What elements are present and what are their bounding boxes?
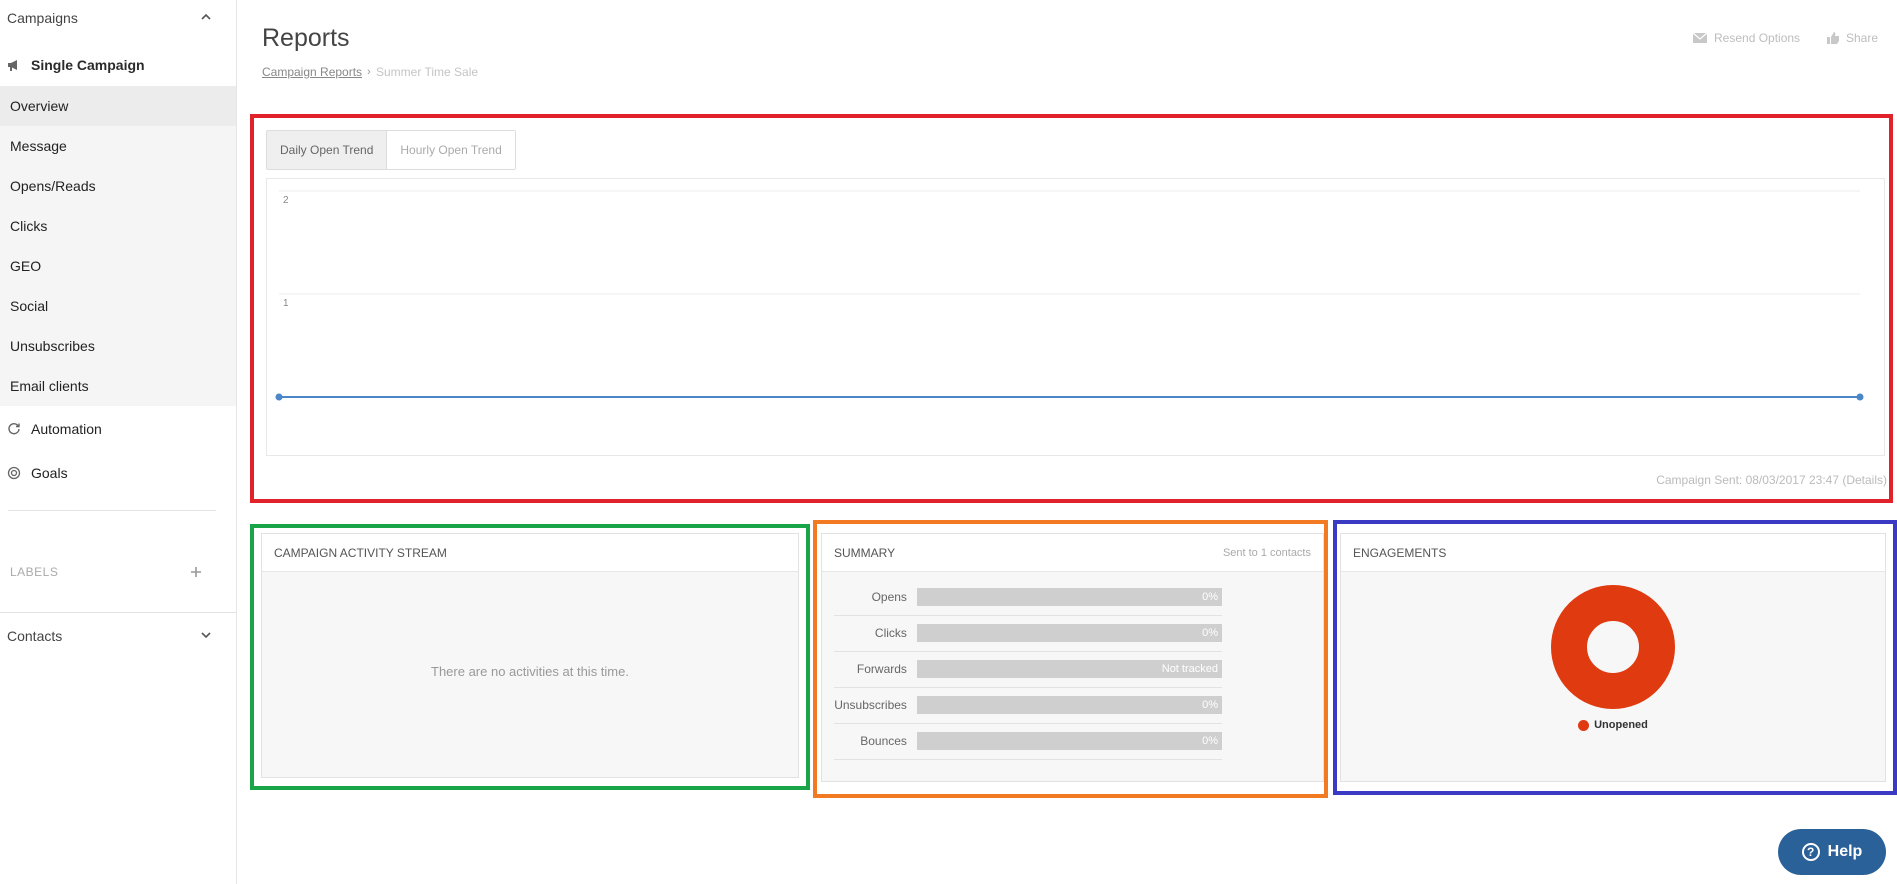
activity-stream-title: CAMPAIGN ACTIVITY STREAM xyxy=(274,545,447,560)
sidebar-item-label: GEO xyxy=(10,258,42,274)
summary-bar: 0% xyxy=(916,696,1222,714)
breadcrumb-current: Summer Time Sale xyxy=(376,65,479,79)
summary-bar: Not tracked xyxy=(916,660,1222,678)
sidebar-item-label: Social xyxy=(10,298,49,314)
activity-stream-header: CAMPAIGN ACTIVITY STREAM xyxy=(262,534,798,572)
sidebar-item-label: Message xyxy=(10,138,67,154)
sidebar-item-overview[interactable]: Overview xyxy=(0,86,236,126)
sidebar-item-goals[interactable]: Goals xyxy=(0,453,236,493)
tab-daily-open-trend[interactable]: Daily Open Trend xyxy=(267,131,388,169)
sidebar-item-label: Overview xyxy=(10,98,69,114)
breadcrumb-separator: › xyxy=(367,66,371,78)
activity-stream-card: CAMPAIGN ACTIVITY STREAM There are no ac… xyxy=(261,533,799,778)
trend-tabs: Daily Open Trend Hourly Open Trend xyxy=(266,130,516,170)
legend-label: Unopened xyxy=(1594,719,1648,731)
engagements-header: ENGAGEMENTS xyxy=(1341,534,1885,572)
share-label: Share xyxy=(1846,31,1879,45)
summary-row-value: 0% xyxy=(1202,735,1218,747)
sidebar-item-label: Automation xyxy=(31,421,102,437)
sidebar-item-social[interactable]: Social xyxy=(0,286,236,326)
breadcrumb-campaign-reports-link[interactable]: Campaign Reports xyxy=(262,65,362,79)
sidebar-divider xyxy=(8,510,216,511)
share-button[interactable]: Share xyxy=(1826,31,1878,45)
help-label: Help xyxy=(1827,843,1863,860)
sidebar-item-label: Opens/Reads xyxy=(10,178,96,194)
summary-row-value: 0% xyxy=(1202,627,1218,639)
donut-legend: Unopened xyxy=(1341,719,1885,731)
summary-header: SUMMARY Sent to 1 contacts xyxy=(822,534,1323,572)
open-trend-chart-svg: 21 xyxy=(275,190,1864,401)
summary-sent-to: Sent to 1 contacts xyxy=(1222,546,1311,559)
legend-dot xyxy=(1578,719,1590,731)
donut-slice-unopened[interactable] xyxy=(1551,585,1675,709)
summary-row: Opens 0% xyxy=(834,579,1222,616)
sidebar-divider xyxy=(0,612,236,613)
summary-row-value: Not tracked xyxy=(1161,663,1218,675)
summary-row: Bounces 0% xyxy=(834,723,1222,760)
sidebar-item-single-campaign[interactable]: Single Campaign xyxy=(0,45,236,85)
summary-row-label: Bounces xyxy=(860,734,907,748)
y-tick-label: 1 xyxy=(283,298,289,309)
labels-heading: LABELS xyxy=(10,565,59,579)
summary-row-label: Clicks xyxy=(874,626,907,640)
campaigns-section-header[interactable]: Campaigns xyxy=(0,0,236,36)
engagements-highlight: ENGAGEMENTS Unopened xyxy=(1333,520,1897,795)
campaign-sent-info[interactable]: Campaign Sent: 08/03/2017 23:47 (Details… xyxy=(1656,473,1887,487)
summary-card: SUMMARY Sent to 1 contacts Opens 0% Clic… xyxy=(821,533,1324,782)
summary-row-value: 0% xyxy=(1202,699,1218,711)
add-label-icon[interactable] xyxy=(189,565,203,579)
open-trend-panel: Daily Open Trend Hourly Open Trend 21 Ca… xyxy=(250,114,1893,503)
target-icon xyxy=(7,466,21,480)
sidebar-item-geo[interactable]: GEO xyxy=(0,246,236,286)
summary-bar: 0% xyxy=(916,732,1222,750)
summary-bar: 0% xyxy=(916,588,1222,606)
sidebar-item-label: Single Campaign xyxy=(31,57,145,73)
megaphone-icon xyxy=(7,58,21,72)
sidebar-item-label: Goals xyxy=(31,465,68,481)
engagements-card: ENGAGEMENTS Unopened xyxy=(1340,533,1886,782)
open-trend-chart: 21 xyxy=(266,178,1885,456)
sidebar-item-label: Unsubscribes xyxy=(10,338,95,354)
refresh-icon xyxy=(7,422,21,436)
summary-row-label: Unsubscribes xyxy=(834,698,907,712)
question-icon: ? xyxy=(1801,843,1820,861)
sidebar-item-unsubscribes[interactable]: Unsubscribes xyxy=(0,326,236,366)
page-title: Reports xyxy=(262,24,350,52)
help-button[interactable]: ? Help xyxy=(1778,829,1886,875)
chevron-down-icon xyxy=(201,632,211,639)
activity-stream-highlight: CAMPAIGN ACTIVITY STREAM There are no ac… xyxy=(250,524,810,790)
summary-row-label: Forwards xyxy=(856,662,907,676)
sidebar-item-email-clients[interactable]: Email clients xyxy=(0,366,236,406)
sidebar-item-label: Email clients xyxy=(10,378,89,394)
summary-row-value: 0% xyxy=(1202,591,1218,603)
sidebar-item-label: Clicks xyxy=(10,218,48,234)
summary-row: Forwards Not tracked xyxy=(834,651,1222,688)
thumbs-up-icon xyxy=(1827,32,1839,44)
envelope-icon xyxy=(1692,32,1708,43)
summary-bar: 0% xyxy=(916,624,1222,642)
data-point[interactable] xyxy=(275,393,283,401)
summary-highlight: SUMMARY Sent to 1 contacts Opens 0% Clic… xyxy=(813,520,1328,798)
contacts-section-header[interactable]: Contacts xyxy=(0,618,236,654)
sidebar-item-automation[interactable]: Automation xyxy=(0,409,236,449)
sidebar: Campaigns Single Campaign Overview Messa… xyxy=(0,0,237,884)
sidebar-item-opens-reads[interactable]: Opens/Reads xyxy=(0,166,236,206)
summary-row: Unsubscribes 0% xyxy=(834,687,1222,724)
tab-hourly-open-trend[interactable]: Hourly Open Trend xyxy=(387,131,515,169)
resend-options-label: Resend Options xyxy=(1714,31,1801,45)
summary-title: SUMMARY xyxy=(834,545,896,560)
sidebar-item-message[interactable]: Message xyxy=(0,126,236,166)
summary-row: Clicks 0% xyxy=(834,615,1222,652)
resend-options-button[interactable]: Resend Options xyxy=(1692,31,1800,45)
data-point[interactable] xyxy=(1856,393,1864,401)
contacts-label: Contacts xyxy=(7,628,63,644)
y-tick-label: 2 xyxy=(283,195,289,206)
engagements-title: ENGAGEMENTS xyxy=(1353,545,1447,560)
sidebar-item-clicks[interactable]: Clicks xyxy=(0,206,236,246)
campaigns-label: Campaigns xyxy=(7,10,78,26)
summary-row-label: Opens xyxy=(871,590,907,604)
engagements-donut-chart xyxy=(1551,585,1675,709)
chevron-up-icon xyxy=(201,13,211,20)
activity-empty-message: There are no activities at this time. xyxy=(431,664,629,679)
